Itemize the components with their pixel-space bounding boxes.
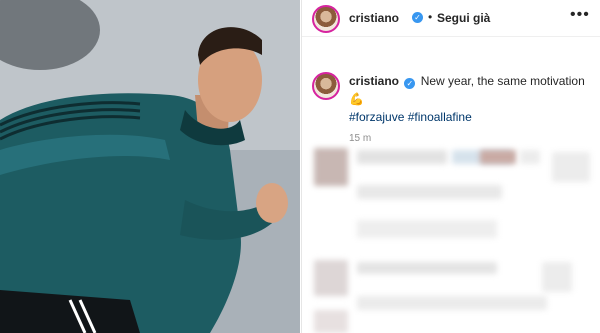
post-details-panel: cristiano ✓ • Segui già ••• cristiano ✓ … (301, 0, 600, 333)
post-caption: cristiano ✓ New year, the same motivatio… (349, 72, 589, 126)
separator-dot: • (428, 10, 433, 24)
post-photo[interactable] (0, 0, 300, 333)
author-avatar[interactable] (312, 5, 340, 33)
post-header: cristiano ✓ • Segui già ••• (302, 0, 600, 37)
hashtag-link[interactable]: #forzajuve (349, 110, 404, 124)
post-timestamp[interactable]: 15 m (349, 133, 371, 144)
flexed-biceps-icon: 💪 (349, 92, 364, 106)
caption-username[interactable]: cristiano (349, 74, 399, 88)
follow-status-button[interactable]: Segui già (437, 11, 490, 25)
athlete-running-image (0, 0, 300, 333)
caption-author-avatar[interactable] (312, 72, 340, 100)
caption-text: New year, the same motivation (420, 74, 585, 88)
verified-badge-icon: ✓ (412, 12, 423, 23)
author-username[interactable]: cristiano (349, 11, 399, 25)
more-options-icon[interactable]: ••• (570, 6, 590, 24)
verified-badge-icon: ✓ (404, 78, 416, 89)
hashtag-link[interactable]: #finoallafine (408, 110, 472, 124)
